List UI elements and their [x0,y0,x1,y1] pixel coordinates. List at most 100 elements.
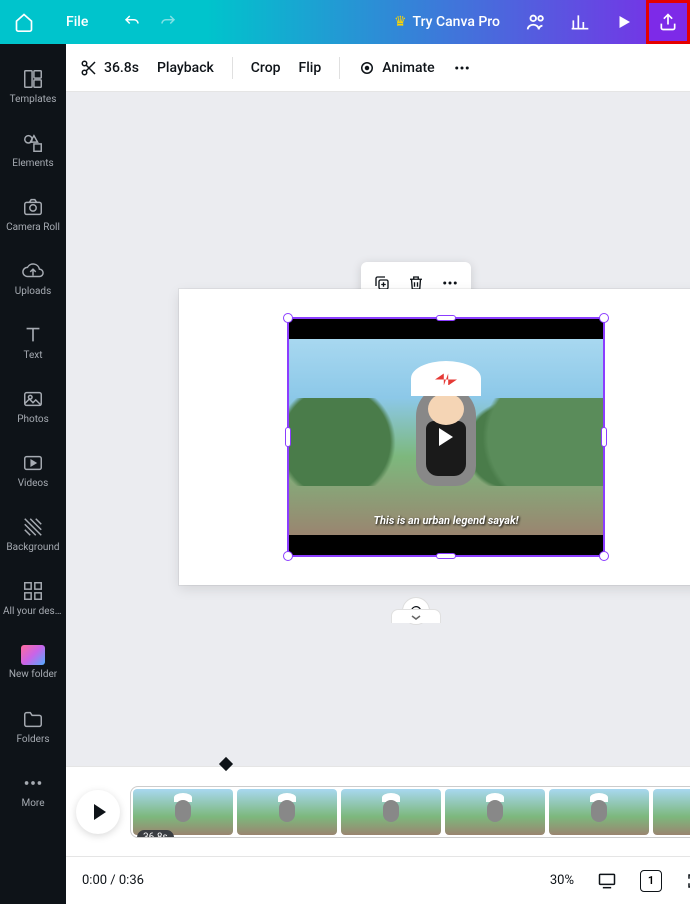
canvas-page[interactable]: This is an urban legend sayak! [179,289,690,585]
selected-video-element[interactable]: This is an urban legend sayak! [287,317,605,557]
resize-handle-right[interactable] [601,427,607,447]
timeline: 36.8s [66,766,690,856]
time-display: 0:00 / 0:36 [82,873,144,888]
timeline-collapse-button[interactable] [391,609,441,623]
timeline-clip[interactable] [445,789,545,835]
sidebar-item-new-folder[interactable]: New folder [0,630,66,694]
templates-icon [22,68,44,90]
sidebar-item-elements[interactable]: Elements [0,118,66,182]
ellipsis-icon [453,59,471,77]
home-button[interactable] [0,0,48,44]
try-pro-button[interactable]: ♛ Try Canva Pro [380,0,514,44]
toolbar-separator [339,57,340,79]
zoom-percentage[interactable]: 30% [550,873,574,888]
sidebar-item-label: More [3,798,63,809]
flip-button[interactable]: Flip [299,60,322,76]
background-icon [22,516,44,538]
crown-icon: ♛ [394,14,407,30]
animate-icon [358,59,376,77]
duration-label: 36.8s [104,60,139,76]
crop-label: Crop [251,60,281,76]
sidebar-item-label: Videos [3,478,63,489]
timeline-playhead[interactable] [221,759,231,769]
sidebar-item-videos[interactable]: Videos [0,438,66,502]
resize-handle-top-left[interactable] [283,313,293,323]
elements-icon [22,132,44,154]
collaborate-button[interactable] [514,0,558,44]
text-icon [22,324,44,346]
undo-redo-group [106,0,194,44]
resize-handle-top-right[interactable] [599,313,609,323]
sidebar-item-more[interactable]: More [0,758,66,822]
photos-icon [22,388,44,410]
timeline-clip[interactable] [133,789,233,835]
try-pro-label: Try Canva Pro [413,14,500,30]
sidebar-item-uploads[interactable]: Uploads [0,246,66,310]
scissors-icon [80,59,98,77]
animate-label: Animate [382,60,434,76]
resize-handle-left[interactable] [285,427,291,447]
chevron-down-icon [410,613,422,621]
sidebar-item-label: Uploads [3,286,63,297]
sidebar-item-label: Folders [3,734,63,745]
insights-button[interactable] [558,0,602,44]
sidebar-item-label: All your desi… [3,606,63,617]
view-mode-button[interactable] [596,870,618,892]
folder-icon [22,708,44,730]
resize-handle-bottom-right[interactable] [599,551,609,561]
redo-button[interactable] [150,4,186,40]
more-options-button[interactable] [453,59,471,77]
sidebar-item-folders[interactable]: Folders [0,694,66,758]
redo-icon [159,13,177,31]
more-icon [22,772,44,794]
timeline-clips-track[interactable]: 36.8s [130,786,690,838]
sidebar-item-label: Templates [3,94,63,105]
file-label: File [66,14,88,30]
timeline-clip[interactable] [237,789,337,835]
sidebar-item-label: New folder [3,669,63,680]
sidebar-item-all-designs[interactable]: All your desi… [0,566,66,630]
resize-handle-bottom-left[interactable] [283,551,293,561]
videos-icon [22,452,44,474]
timeline-play-button[interactable] [76,790,120,834]
flip-label: Flip [299,60,322,76]
main-area: Templates Elements Camera Roll Uploads T… [0,44,690,904]
camera-icon [22,196,44,218]
fullscreen-button[interactable] [684,870,690,892]
trim-duration-button[interactable]: 36.8s [80,59,139,77]
share-button[interactable] [646,0,690,44]
resize-handle-top[interactable] [436,315,456,321]
timeline-clip[interactable] [549,789,649,835]
editor-area: 36.8s Playback Crop Flip Animate Positio… [66,44,690,904]
animate-button[interactable]: Animate [358,59,434,77]
timeline-clip[interactable] [653,789,690,835]
chart-icon [570,12,590,32]
video-preview: This is an urban legend sayak! [289,319,603,555]
sidebar-item-background[interactable]: Background [0,502,66,566]
new-folder-icon [21,645,45,665]
bottom-bar-right: 30% 1 [550,870,690,892]
crop-button[interactable]: Crop [251,60,281,76]
resize-handle-bottom[interactable] [436,553,456,559]
page-number-button[interactable]: 1 [640,870,662,892]
play-overlay-icon[interactable] [439,428,453,446]
undo-button[interactable] [114,4,150,40]
canvas-wrapper[interactable]: This is an urban legend sayak! [66,92,690,766]
share-icon [658,12,678,32]
present-button[interactable] [602,0,646,44]
slideshow-icon [597,871,617,891]
sidebar-item-label: Background [3,542,63,553]
sidebar-item-camera-roll[interactable]: Camera Roll [0,182,66,246]
sidebar-item-label: Elements [3,158,63,169]
toolbar-separator [232,57,233,79]
sidebar-item-text[interactable]: Text [0,310,66,374]
sidebar-item-photos[interactable]: Photos [0,374,66,438]
sidebar-item-label: Photos [3,414,63,425]
sidebar-item-label: Camera Roll [3,222,63,233]
play-icon [615,13,633,31]
bottom-bar: 0:00 / 0:36 30% 1 [66,856,690,904]
file-menu-button[interactable]: File [48,0,106,44]
timeline-clip[interactable] [341,789,441,835]
sidebar-item-templates[interactable]: Templates [0,54,66,118]
playback-button[interactable]: Playback [157,60,214,76]
